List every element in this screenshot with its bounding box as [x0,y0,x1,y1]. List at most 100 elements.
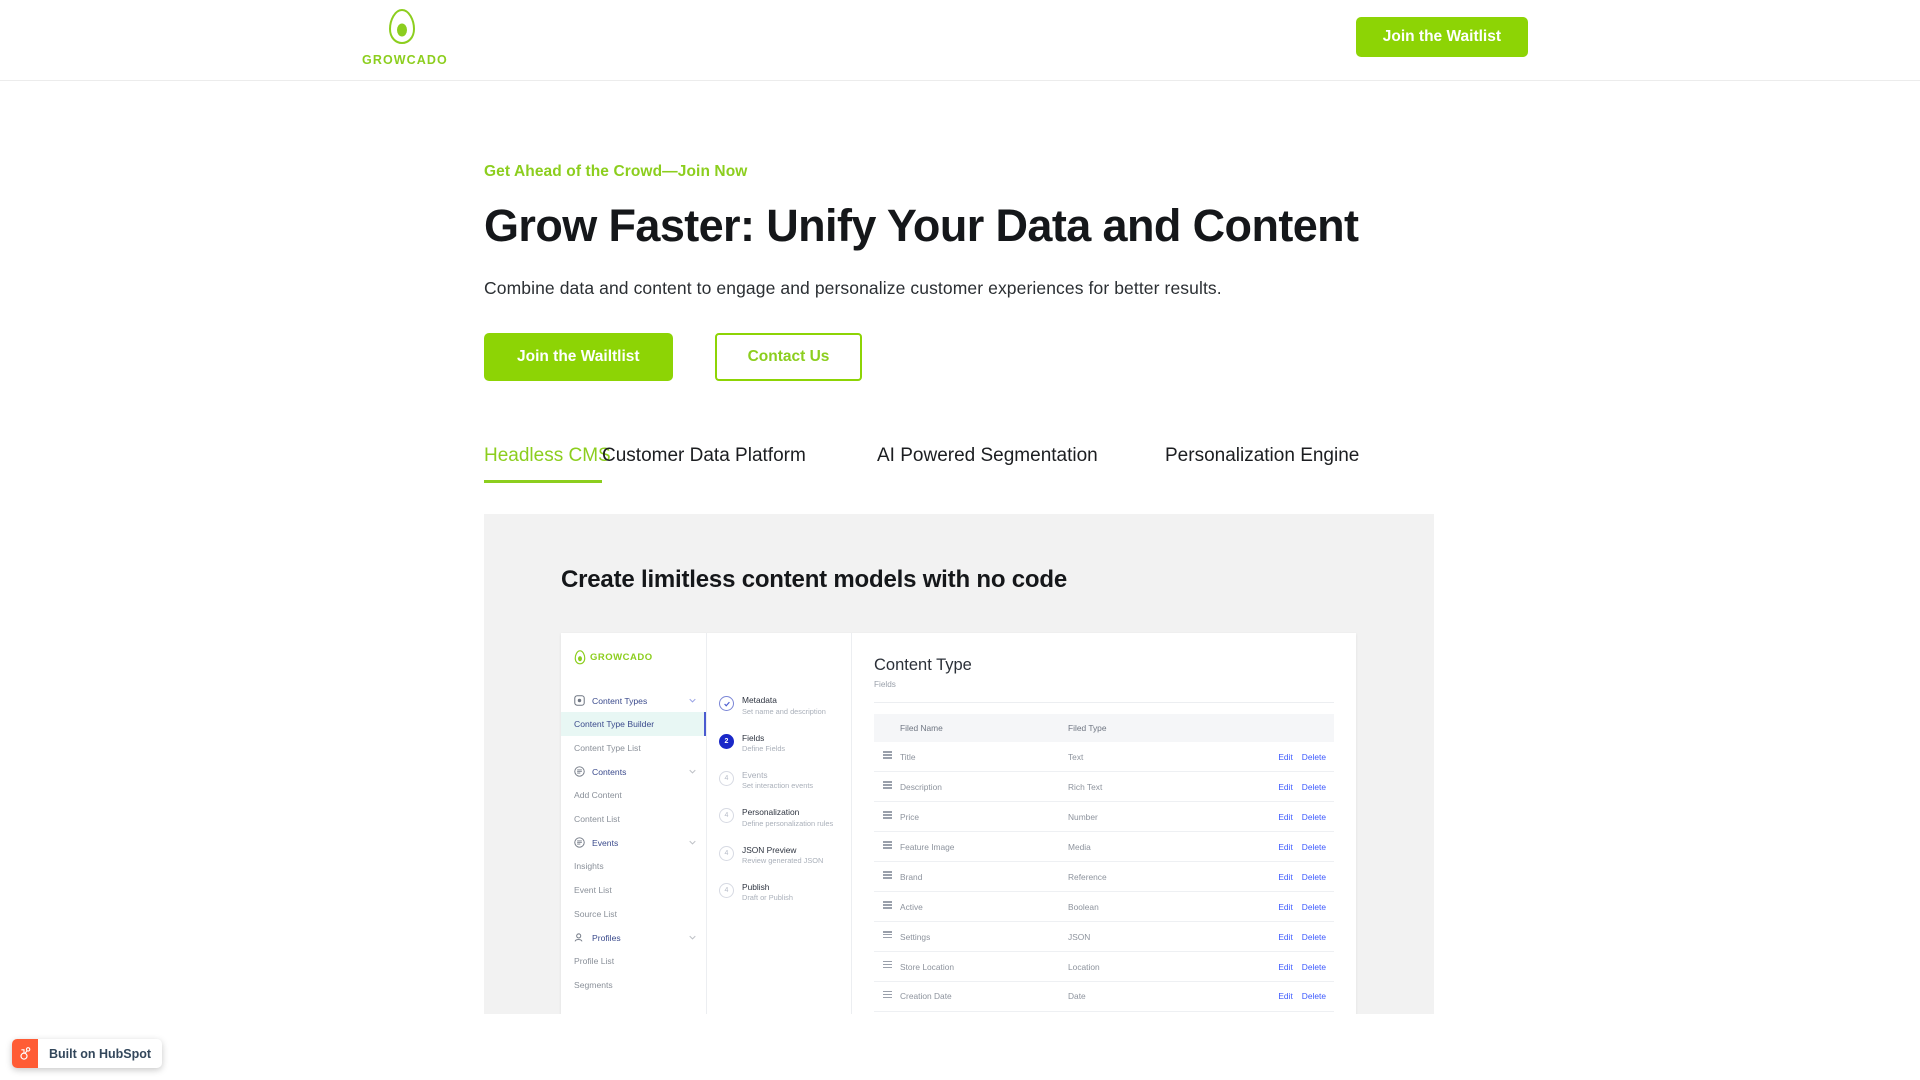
field-type-cell: Number [1068,801,1216,833]
built-on-hubspot-badge[interactable]: Built on HubSpot [12,1039,163,1068]
drag-handle-icon[interactable] [874,861,900,893]
hero-contact-us-button[interactable]: Contact Us [714,333,863,382]
chevron-down-icon [689,699,696,703]
tab-ai-powered-segmentation[interactable]: AI Powered Segmentation [877,445,1165,483]
drag-handle-icon[interactable] [874,742,900,773]
sidebar-item-profile-list[interactable]: Profile List [561,949,706,973]
app-brand-logo: GROWCADO [561,650,706,665]
header-join-waitlist-button[interactable]: Join the Waitlist [1355,17,1528,57]
sidebar-item-event-list[interactable]: Event List [561,878,706,902]
delete-link[interactable]: Delete [1302,991,1326,1001]
step-personalization[interactable]: 4 Personalization Define personalization… [719,807,851,828]
drag-handle-icon[interactable] [874,801,900,833]
hero-eyebrow: Get Ahead of the Crowd—Join Now [484,163,748,180]
fields-table-body: Title Text Edit Delete Description Rich Text E… [874,742,1334,1012]
delete-link[interactable]: Delete [1302,872,1326,882]
step-name: Fields [742,732,765,743]
drag-handle-icon[interactable] [874,981,900,1012]
field-type-cell: Media [1068,831,1216,863]
sidebar-item-add-content[interactable]: Add Content [561,783,706,807]
chevron-down-icon [689,770,696,774]
tab-headless-cms[interactable]: Headless CMS [484,445,611,484]
profiles-icon [574,933,583,942]
sidebar-group-content-types[interactable]: Content Types [561,689,706,712]
delete-link[interactable]: Delete [1302,902,1326,912]
brand-logo[interactable]: GROWCADO [362,8,448,67]
edit-link[interactable]: Edit [1278,842,1292,852]
avocado-icon [362,8,442,51]
edit-link[interactable]: Edit [1278,902,1292,912]
edit-link[interactable]: Edit [1278,872,1292,882]
table-row: Brand Reference Edit Delete [874,861,1334,893]
drag-handle-icon[interactable] [874,891,900,923]
sidebar-item-content-type-list[interactable]: Content Type List [561,736,706,760]
table-row: Creation Date Date Edit Delete [874,981,1334,1012]
delete-link[interactable]: Delete [1302,842,1326,852]
sidebar-group-label: Contents [592,766,627,777]
sidebar-group-contents[interactable]: Contents [561,760,706,783]
delete-link[interactable]: Delete [1302,782,1326,792]
sidebar-group-label: Content Types [592,695,648,706]
step-number: 4 [719,808,734,824]
delete-link[interactable]: Delete [1302,752,1326,762]
drag-handle-icon[interactable] [874,831,900,863]
field-type-cell: Reference [1068,861,1216,893]
edit-link[interactable]: Edit [1278,932,1292,942]
step-events[interactable]: 4 Events Set interaction events [719,770,851,791]
hubspot-sprocket-icon [12,1039,38,1068]
hero-join-waitlist-button[interactable]: Join the Wailtlist [484,333,673,382]
sidebar-item-source-list[interactable]: Source List [561,902,706,926]
delete-link[interactable]: Delete [1302,962,1326,972]
step-number: 4 [719,771,734,787]
edit-link[interactable]: Edit [1278,962,1292,972]
badge-label: Built on HubSpot [49,1046,152,1061]
sidebar-group-profiles[interactable]: Profiles [561,926,706,949]
table-row: Price Number Edit Delete [874,801,1334,833]
app-brand-name: GROWCADO [590,652,653,664]
field-type-cell: Location [1068,951,1216,983]
drag-handle-icon[interactable] [874,921,900,953]
field-name-cell: Feature Image [900,831,1068,863]
field-type-cell: Date [1068,981,1216,1012]
step-publish[interactable]: 4 Publish Draft or Publish [719,882,851,903]
field-name-cell: Store Location [900,951,1068,983]
column-field-type: Filed Type [1068,714,1216,743]
sidebar-group-label: Profiles [592,932,621,943]
tab-personalization-engine[interactable]: Personalization Engine [1165,445,1359,483]
brand-name: GROWCADO [362,53,448,67]
edit-link[interactable]: Edit [1278,752,1292,762]
step-description: Set name and description [742,706,826,716]
step-number: 4 [719,883,734,899]
delete-link[interactable]: Delete [1302,812,1326,822]
showcase-panel: Create limitless content models with no … [484,514,1434,1015]
table-row: Active Boolean Edit Delete [874,891,1334,923]
edit-link[interactable]: Edit [1278,812,1292,822]
sidebar-item-insights[interactable]: Insights [561,854,706,878]
edit-link[interactable]: Edit [1278,782,1292,792]
drag-handle-icon[interactable] [874,951,900,983]
sidebar-item-content-list[interactable]: Content List [561,807,706,831]
field-type-cell: Boolean [1068,891,1216,923]
step-number: 4 [719,845,734,861]
delete-link[interactable]: Delete [1302,932,1326,942]
step-json-preview[interactable]: 4 JSON Preview Review generated JSON [719,845,851,866]
step-name: Publish [742,882,770,893]
sidebar-item-segments[interactable]: Segments [561,973,706,997]
step-description: Review generated JSON [742,856,824,866]
table-row: Description Rich Text Edit Delete [874,771,1334,803]
step-description: Define personalization rules [742,818,834,828]
step-number: 2 [719,733,734,749]
hero-section: Get Ahead of the Crowd—Join Now Grow Fas… [0,81,1920,382]
fields-table: Filed Name Filed Type Title Text Edit Delet… [874,714,1334,1012]
sidebar-item-content-type-builder[interactable]: Content Type Builder [561,712,706,737]
drag-handle-icon[interactable] [874,771,900,803]
tab-customer-data-platform[interactable]: Customer Data Platform [602,445,877,483]
step-fields[interactable]: 2 Fields Define Fields [719,733,851,754]
panel-subtitle: Fields [874,680,896,690]
edit-link[interactable]: Edit [1278,991,1292,1001]
site-header: GROWCADO Join the Waitlist [0,0,1920,81]
table-header-row: Filed Name Filed Type [874,714,1334,743]
sidebar-group-events[interactable]: Events [561,831,706,854]
contents-icon [574,766,585,778]
step-metadata[interactable]: Metadata Set name and description [719,695,851,716]
